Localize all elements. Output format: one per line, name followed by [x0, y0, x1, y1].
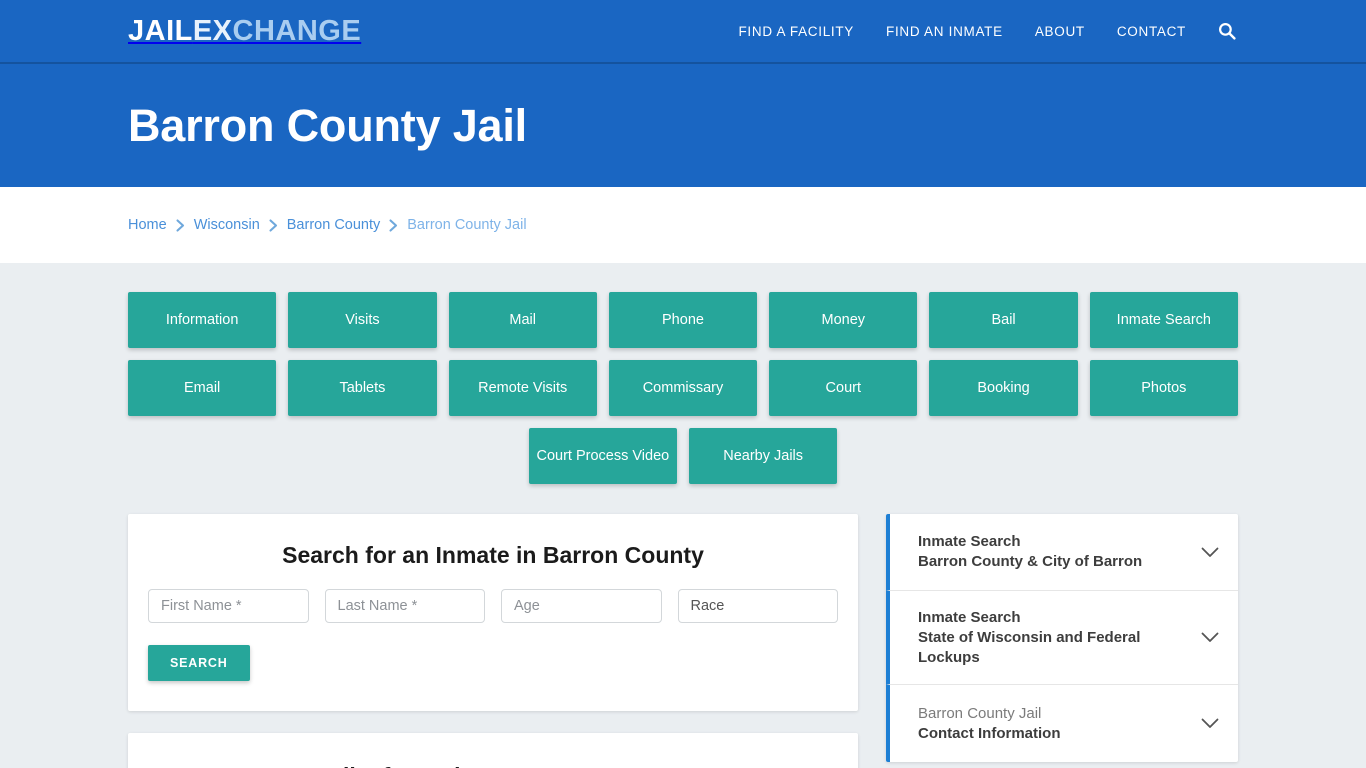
sidebar: Inmate Search Barron County & City of Ba…	[886, 514, 1238, 763]
jail-information-panel: Barron County Jail Information	[128, 733, 858, 768]
breadcrumb-item-home[interactable]: Home	[128, 217, 167, 233]
accordion-item-text: Inmate Search Barron County & City of Ba…	[918, 532, 1186, 572]
section-button-bail[interactable]: Bail	[929, 292, 1078, 348]
section-button-phone[interactable]: Phone	[608, 292, 758, 348]
site-logo[interactable]: JAILEXCHANGE	[128, 14, 362, 47]
content-columns: Search for an Inmate in Barron County Ra…	[128, 514, 1238, 768]
breadcrumb-bar: Home Wisconsin Barron County Barron Coun…	[0, 187, 1366, 263]
section-button-visits[interactable]: Visits	[288, 292, 437, 348]
section-button-booking[interactable]: Booking	[929, 360, 1078, 416]
accordion-item-text: Barron County Jail Contact Information	[918, 704, 1186, 744]
logo-text-change: CHANGE	[232, 14, 362, 47]
main-column: Search for an Inmate in Barron County Ra…	[128, 514, 858, 768]
breadcrumb-item-wisconsin[interactable]: Wisconsin	[194, 217, 260, 233]
section-button-information[interactable]: Information	[128, 292, 277, 348]
accordion-item-inmate-search-state[interactable]: Inmate Search State of Wisconsin and Fed…	[886, 591, 1238, 686]
site-header: JAILEXCHANGE FIND A FACILITY FIND AN INM…	[0, 0, 1366, 64]
accordion-item-contact-information[interactable]: Barron County Jail Contact Information	[886, 685, 1238, 763]
logo-text-jail: JAIL	[128, 14, 193, 47]
chevron-right-icon	[176, 218, 185, 232]
primary-navigation: FIND A FACILITY FIND AN INMATE ABOUT CON…	[722, 20, 1238, 42]
section-button-tablets[interactable]: Tablets	[288, 360, 437, 416]
section-button-grid: Information Visits Mail Phone Money Bail…	[128, 263, 1238, 416]
section-button-inmate-search[interactable]: Inmate Search	[1089, 292, 1238, 348]
section-button-grid-row3: Court Process Video Nearby Jails	[128, 428, 1238, 484]
chevron-down-icon[interactable]	[1200, 628, 1220, 648]
race-select[interactable]: Race	[677, 589, 838, 623]
breadcrumb-item-current: Barron County Jail	[407, 217, 527, 233]
search-submit-button[interactable]: SEARCH	[148, 645, 250, 681]
section-button-mail[interactable]: Mail	[448, 292, 597, 348]
first-name-input[interactable]	[148, 589, 309, 623]
section-button-nearby-jails[interactable]: Nearby Jails	[689, 428, 838, 484]
chevron-down-icon[interactable]	[1200, 542, 1220, 562]
chevron-right-icon	[389, 218, 398, 232]
page-title: Barron County Jail	[128, 99, 527, 151]
jail-information-heading: Barron County Jail Information	[150, 763, 836, 768]
breadcrumb: Home Wisconsin Barron County Barron Coun…	[128, 217, 527, 233]
section-button-court[interactable]: Court	[769, 360, 918, 416]
chevron-right-icon	[269, 218, 278, 232]
accordion-item-line1: Inmate Search	[918, 533, 1021, 551]
section-button-money[interactable]: Money	[769, 292, 918, 348]
section-button-remote-visits[interactable]: Remote Visits	[448, 360, 597, 416]
accordion-item-line1: Barron County Jail	[918, 705, 1042, 723]
chevron-down-icon[interactable]	[1200, 714, 1220, 734]
nav-item-about[interactable]: ABOUT	[1019, 24, 1101, 39]
accordion-item-inmate-search-county[interactable]: Inmate Search Barron County & City of Ba…	[886, 514, 1238, 591]
inmate-search-form: Race	[148, 589, 838, 623]
nav-item-find-an-inmate[interactable]: FIND AN INMATE	[870, 24, 1019, 39]
sidebar-accordion: Inmate Search Barron County & City of Ba…	[886, 514, 1238, 763]
accordion-item-line2: Contact Information	[918, 724, 1061, 742]
breadcrumb-item-barron-county[interactable]: Barron County	[287, 217, 381, 233]
nav-item-contact[interactable]: CONTACT	[1101, 24, 1202, 39]
search-icon[interactable]	[1216, 20, 1238, 42]
section-button-commissary[interactable]: Commissary	[608, 360, 758, 416]
accordion-item-text: Inmate Search State of Wisconsin and Fed…	[918, 608, 1186, 667]
last-name-input[interactable]	[324, 589, 485, 623]
inmate-search-heading: Search for an Inmate in Barron County	[282, 542, 704, 568]
age-input[interactable]	[501, 589, 662, 623]
inmate-search-panel: Search for an Inmate in Barron County Ra…	[128, 514, 858, 711]
nav-item-find-a-facility[interactable]: FIND A FACILITY	[722, 24, 870, 39]
page-hero: Barron County Jail	[0, 64, 1366, 187]
accordion-item-line2: Barron County & City of Barron	[918, 553, 1143, 570]
section-button-court-process-video[interactable]: Court Process Video	[528, 428, 677, 484]
section-button-photos[interactable]: Photos	[1089, 360, 1238, 416]
page-body: Information Visits Mail Phone Money Bail…	[0, 263, 1366, 768]
accordion-item-line2: State of Wisconsin and Federal Lockups	[918, 628, 1141, 666]
section-button-email[interactable]: Email	[128, 360, 277, 416]
logo-text-ex: EX	[192, 14, 233, 47]
accordion-item-line1: Inmate Search	[918, 609, 1021, 626]
